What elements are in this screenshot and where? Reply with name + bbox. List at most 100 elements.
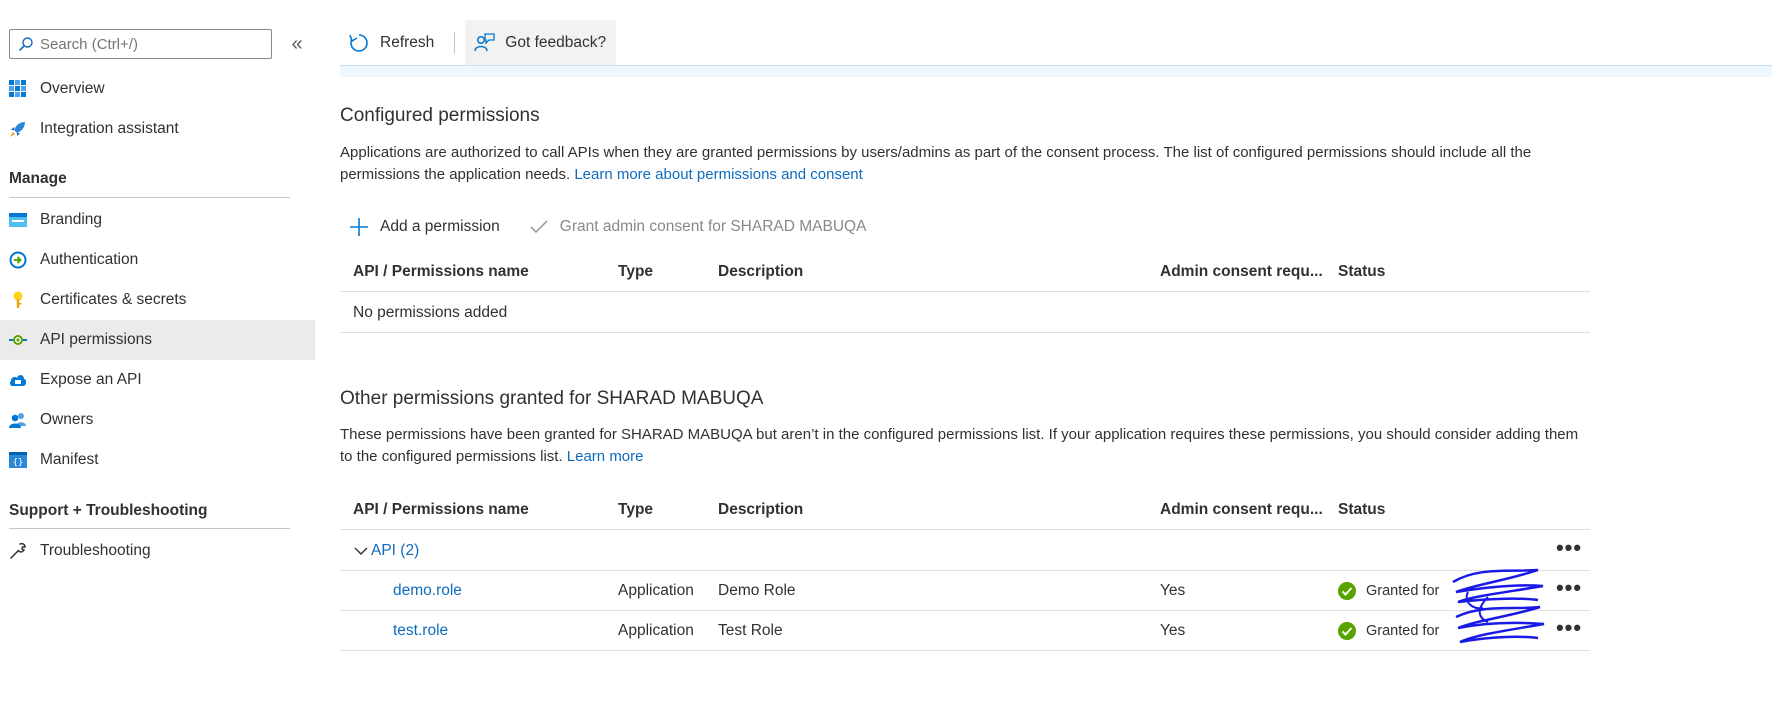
manifest-icon: {} <box>9 451 27 469</box>
sidebar-item-integration-assistant[interactable]: Integration assistant <box>0 109 315 149</box>
more-actions-button[interactable]: ••• <box>1548 577 1590 603</box>
sidebar-item-label: Manifest <box>40 451 99 468</box>
sidebar-item-label: Troubleshooting <box>40 542 151 559</box>
collapse-sidebar-button[interactable]: « <box>286 31 308 57</box>
sidebar-item-label: Integration assistant <box>40 120 179 137</box>
add-permission-label: Add a permission <box>380 218 500 235</box>
grant-admin-consent-button[interactable]: Grant admin consent for SHARAD MABUQA <box>520 216 867 238</box>
permission-type: Application <box>618 582 694 599</box>
other-permissions-title: Other permissions granted for SHARAD MAB… <box>340 388 764 409</box>
column-header-name[interactable]: API / Permissions name <box>353 252 603 292</box>
permission-type: Application <box>618 622 694 639</box>
sidebar-item-expose-api[interactable]: Expose an API <box>0 360 315 400</box>
status-cell: Granted for <box>1338 571 1538 611</box>
column-header-admin-consent[interactable]: Admin consent requ... <box>1160 252 1325 292</box>
divider <box>9 528 290 529</box>
group-label[interactable]: API (2) <box>371 531 419 571</box>
toolbar: Refresh Got feedback? <box>340 20 617 66</box>
column-header-status[interactable]: Status <box>1338 490 1538 530</box>
permission-description: Demo Role <box>718 582 796 599</box>
cloud-icon <box>9 371 27 389</box>
grant-admin-consent-label: Grant admin consent for SHARAD MABUQA <box>559 218 867 235</box>
configured-permissions-description: Applications are authorized to call APIs… <box>340 142 1580 186</box>
overview-grid-icon <box>9 80 27 98</box>
wrench-icon <box>9 542 27 560</box>
learn-more-permissions-link[interactable]: Learn more about permissions and consent <box>574 166 863 183</box>
permission-description: Test Role <box>718 622 783 639</box>
column-header-type[interactable]: Type <box>618 490 708 530</box>
admin-consent-value: Yes <box>1160 622 1186 639</box>
description-text: These permissions have been granted for … <box>340 426 1579 465</box>
plus-icon <box>348 216 370 238</box>
feedback-icon <box>474 33 495 52</box>
rocket-icon <box>9 120 27 138</box>
sidebar-item-certificates[interactable]: Certificates & secrets <box>0 280 315 320</box>
svg-text:{}: {} <box>13 458 24 468</box>
search-input[interactable] <box>40 35 260 53</box>
sidebar-item-branding[interactable]: Branding <box>0 200 315 240</box>
success-check-icon <box>1338 582 1356 600</box>
table-row: demo.role Application Demo Role Yes Gran… <box>340 571 1590 611</box>
divider <box>9 197 290 198</box>
sidebar-item-label: Authentication <box>40 251 139 268</box>
sidebar: « Overview Integration assistant Manage <box>0 0 315 706</box>
permission-name-link[interactable]: demo.role <box>393 571 643 611</box>
group-row-api: API (2) ••• <box>340 531 1590 571</box>
sidebar-item-troubleshooting[interactable]: Troubleshooting <box>0 531 315 571</box>
refresh-button[interactable]: Refresh <box>340 20 444 66</box>
chevron-down-icon <box>354 547 368 555</box>
column-header-name[interactable]: API / Permissions name <box>353 490 603 530</box>
description-text: Applications are authorized to call APIs… <box>340 144 1532 183</box>
more-actions-button[interactable]: ••• <box>1548 617 1590 643</box>
sidebar-item-label: Certificates & secrets <box>40 291 187 308</box>
branding-icon <box>9 211 27 229</box>
sidebar-item-label: API permissions <box>40 331 152 348</box>
permission-name-link[interactable]: test.role <box>393 611 643 651</box>
refresh-icon <box>349 34 368 52</box>
sidebar-item-overview[interactable]: Overview <box>0 69 315 109</box>
column-header-status[interactable]: Status <box>1338 252 1538 292</box>
table-header: API / Permissions name Type Description … <box>340 252 1590 292</box>
sidebar-item-label: Owners <box>40 411 94 428</box>
success-check-icon <box>1338 622 1356 640</box>
refresh-label: Refresh <box>380 34 435 51</box>
sidebar-item-label: Branding <box>40 211 103 228</box>
owners-icon <box>9 411 27 429</box>
group-toggle[interactable]: API (2) <box>353 531 553 571</box>
sidebar-item-authentication[interactable]: Authentication <box>0 240 315 280</box>
api-permissions-icon <box>9 331 27 349</box>
manage-heading: Manage <box>9 170 67 187</box>
sidebar-item-label: Expose an API <box>40 371 142 388</box>
column-header-description[interactable]: Description <box>718 490 1148 530</box>
add-permission-button[interactable]: Add a permission <box>340 216 500 238</box>
column-header-description[interactable]: Description <box>718 252 1148 292</box>
table-row: No permissions added <box>340 293 1590 333</box>
support-heading: Support + Troubleshooting <box>9 502 208 519</box>
column-header-admin-consent[interactable]: Admin consent requ... <box>1160 490 1325 530</box>
sidebar-item-owners[interactable]: Owners <box>0 400 315 440</box>
more-actions-button[interactable]: ••• <box>1548 537 1590 563</box>
column-header-type[interactable]: Type <box>618 252 708 292</box>
permissions-commandbar: Add a permission Grant admin consent for… <box>340 212 886 242</box>
toolbar-separator <box>454 32 456 54</box>
sidebar-item-manifest[interactable]: {} Manifest <box>0 440 315 480</box>
search-box[interactable] <box>9 29 272 59</box>
table-header: API / Permissions name Type Description … <box>340 490 1590 530</box>
sidebar-item-label: Overview <box>40 80 105 97</box>
search-icon <box>18 37 33 52</box>
sidebar-item-api-permissions[interactable]: API permissions <box>0 320 315 360</box>
configured-permissions-title: Configured permissions <box>340 105 540 126</box>
info-banner <box>340 65 1772 77</box>
empty-message: No permissions added <box>353 304 508 321</box>
permission-name[interactable]: test.role <box>393 622 448 639</box>
learn-more-link[interactable]: Learn more <box>567 448 644 465</box>
admin-consent-value: Yes <box>1160 582 1186 599</box>
permission-name[interactable]: demo.role <box>393 582 462 599</box>
other-permissions-description: These permissions have been granted for … <box>340 424 1580 468</box>
status-text: Granted for <box>1366 623 1440 639</box>
feedback-label: Got feedback? <box>505 34 607 51</box>
status-text: Granted for <box>1366 583 1440 599</box>
status-cell: Granted for <box>1338 611 1538 651</box>
checkmark-icon <box>528 216 550 238</box>
feedback-button[interactable]: Got feedback? <box>465 20 617 66</box>
